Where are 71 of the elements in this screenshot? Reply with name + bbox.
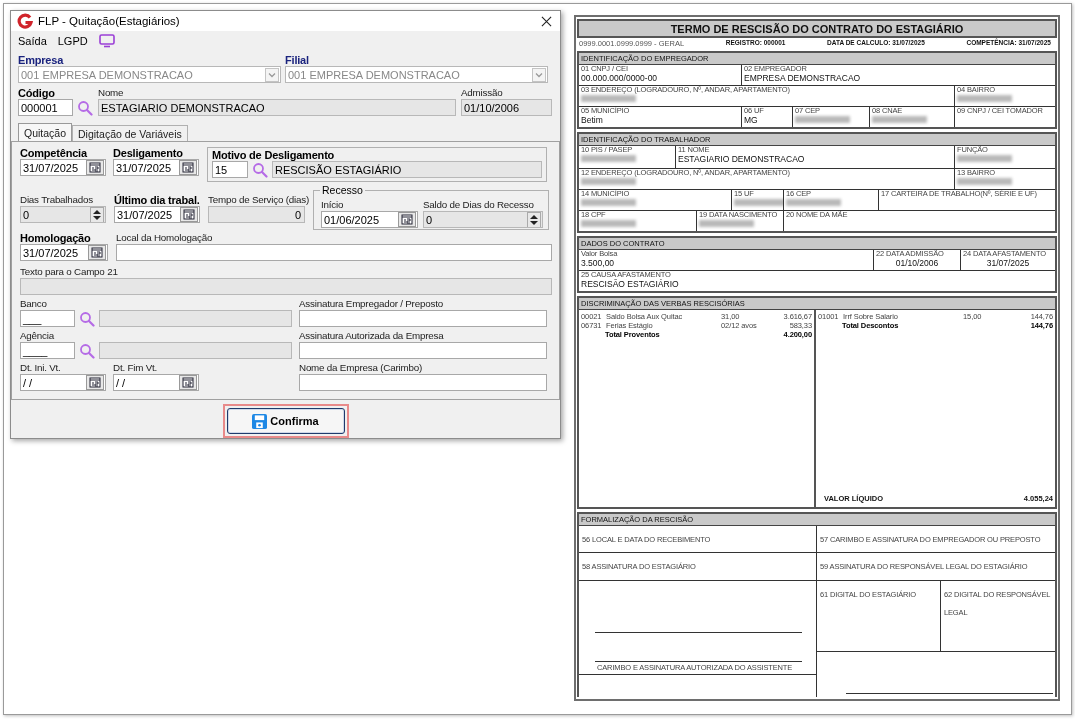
calendar-icon[interactable] (179, 375, 197, 390)
report-title: TERMO DE RESCISÃO DO CONTRATO DO ESTAGIÁRIO (577, 19, 1057, 38)
search-icon[interactable] (252, 161, 268, 178)
field-label: Nome (98, 87, 124, 99)
field-label: Empresa (18, 54, 64, 66)
text-field[interactable] (299, 374, 547, 391)
field-label: Dt. Ini. Vt. (20, 362, 61, 374)
search-icon[interactable] (79, 310, 95, 327)
name-field: RESCISÃO ESTAGIÁRIO (272, 161, 542, 178)
field-label: Admissão (461, 87, 503, 99)
field-label: Dias Trabalhados (20, 194, 94, 206)
menu-item[interactable]: LGPD (57, 34, 88, 47)
field-label: Assinatura Empregador / Preposto (299, 298, 443, 310)
text-field[interactable] (116, 244, 552, 261)
field-label: Competência (20, 147, 87, 159)
search-icon[interactable] (77, 99, 93, 116)
field-label: Dt. Fim Vt. (113, 362, 158, 374)
field-label: Tempo de Serviço (dias) (208, 194, 310, 206)
calendar-icon[interactable] (179, 160, 197, 175)
save-icon (252, 413, 268, 429)
field-label: Local da Homologação (116, 232, 213, 244)
field-label: Homologação (20, 232, 91, 244)
field-label: Assinatura Autorizada da Empresa (299, 330, 444, 342)
code-field[interactable]: 15 (212, 161, 248, 178)
field-label: Desligamento (113, 147, 183, 159)
field-label: Último dia trabal. (114, 194, 200, 206)
field-label: Agência (20, 330, 54, 342)
field-value: MG (744, 115, 758, 125)
app-logo-icon (17, 13, 33, 30)
code-field[interactable]: ___ (20, 310, 75, 327)
calendar-icon[interactable] (398, 212, 416, 227)
tab[interactable]: Quitação (18, 123, 73, 141)
group-title: Recesso (320, 184, 365, 196)
field-label: Saldo de Dias do Recesso (423, 199, 534, 211)
group-title: Motivo de Desligamento (212, 149, 335, 161)
date-field[interactable]: 31/07/2025 (20, 159, 106, 176)
calendar-icon[interactable] (86, 375, 104, 390)
window-title: FLP - Quitação(Estagiários) (38, 15, 181, 28)
date-field[interactable]: 01/06/2025 (321, 211, 418, 228)
code-field[interactable]: ____ (20, 342, 75, 359)
field-value: 31/07/2025 (986, 258, 1030, 268)
date-field[interactable]: / / (113, 374, 199, 391)
menu-item[interactable]: Saída (18, 34, 47, 47)
field-value: 00.000.000/0000-00 (581, 73, 658, 83)
field-value: 01/10/2006 (895, 258, 939, 268)
monitor-icon[interactable] (98, 33, 115, 48)
field-label: Filial (285, 54, 309, 66)
calendar-icon[interactable] (180, 207, 198, 222)
date-field[interactable]: / / (20, 374, 106, 391)
code-field[interactable]: 000001 (18, 99, 73, 116)
calendar-icon[interactable] (86, 160, 104, 175)
field-label: Nome da Empresa (Carimbo) (299, 362, 422, 374)
tab[interactable]: Digitação de Variáveis (72, 125, 188, 141)
text-field[interactable] (299, 342, 547, 359)
field-label: Banco (20, 298, 47, 310)
date-field[interactable]: 31/07/2025 (113, 159, 199, 176)
field-label: Início (321, 199, 344, 211)
field-value: 3.500,00 (581, 258, 615, 268)
confirm-button[interactable]: Confirma (226, 408, 345, 434)
field-value: RESCISÃO ESTAGIÁRIO (581, 279, 679, 289)
date-field[interactable]: 31/07/2025 (114, 206, 200, 223)
calendar-icon[interactable] (88, 245, 106, 260)
field-value: Betim (581, 115, 603, 125)
field-value: EMPRESA DEMONSTRACAO (744, 73, 861, 83)
field-value: ESTAGIARIO DEMONSTRACAO (678, 154, 805, 164)
text-field[interactable] (299, 310, 547, 327)
close-icon (541, 15, 552, 27)
field-label: Código (18, 87, 55, 99)
field-label: Texto para o Campo 21 (20, 266, 118, 278)
search-icon[interactable] (79, 342, 95, 359)
date-field[interactable]: 31/07/2025 (20, 244, 108, 261)
